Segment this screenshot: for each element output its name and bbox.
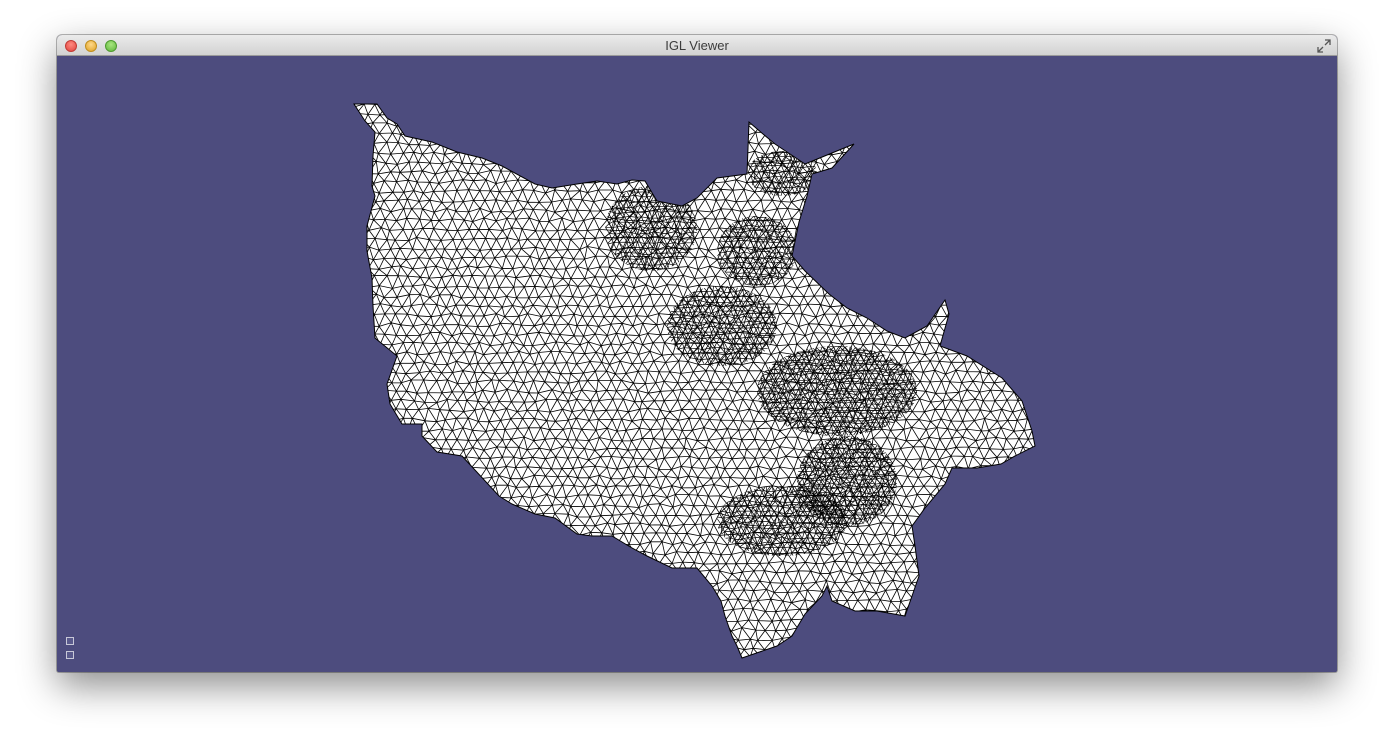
view-icon[interactable] [66, 637, 74, 645]
triangle-mesh [353, 103, 1036, 659]
3d-viewport[interactable] [57, 56, 1337, 672]
fullscreen-icon[interactable] [1317, 39, 1331, 53]
window-title: IGL Viewer [665, 38, 729, 53]
settings-icon[interactable] [66, 651, 74, 659]
title-bar[interactable]: IGL Viewer [57, 35, 1337, 56]
igl-viewer-window: IGL Viewer [57, 35, 1337, 672]
